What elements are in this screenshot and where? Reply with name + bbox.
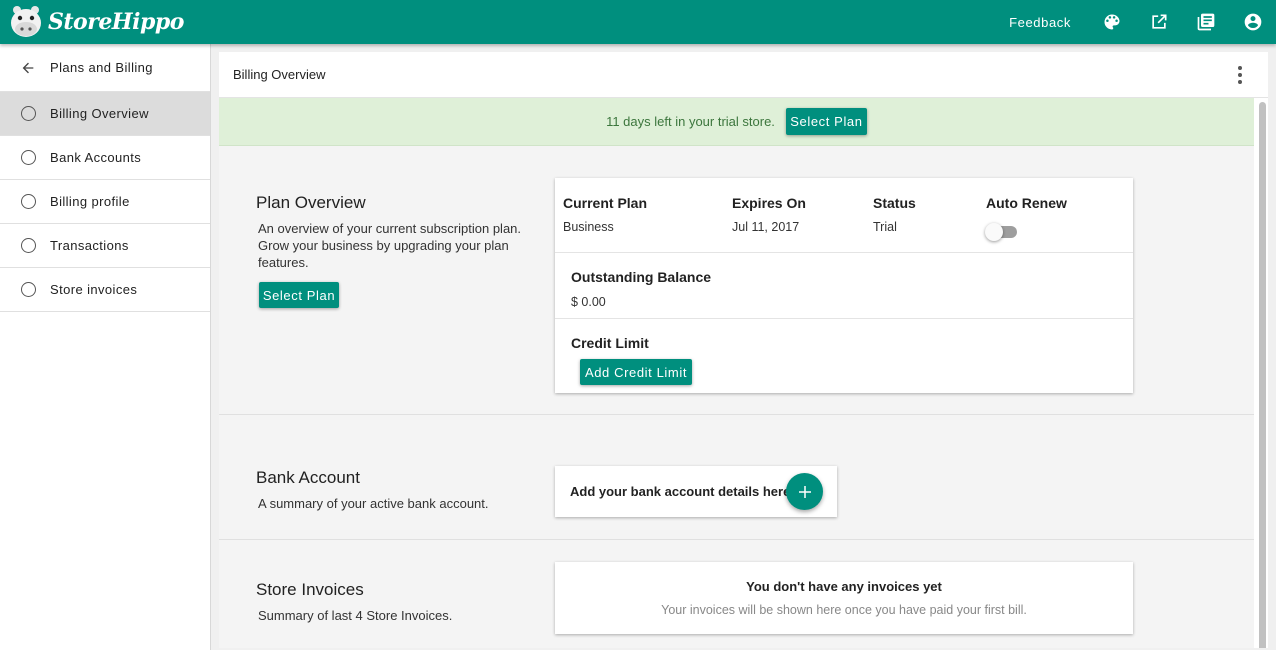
sidebar-item-bank-accounts[interactable]: Bank Accounts — [0, 136, 210, 180]
no-invoices-title: You don't have any invoices yet — [746, 579, 942, 594]
sidebar-item-label: Transactions — [50, 238, 129, 253]
bank-account-section: Bank Account A summary of your active ba… — [219, 415, 1254, 540]
arrow-back-icon — [22, 62, 34, 73]
outstanding-balance-label: Outstanding Balance — [571, 269, 712, 285]
back-to-plans-and-billing[interactable]: Plans and Billing — [0, 44, 210, 92]
radio-circle-icon — [21, 282, 36, 297]
current-plan-value: Business — [563, 220, 614, 234]
sidebar-item-billing-overview[interactable]: Billing Overview — [0, 92, 210, 136]
plan-overview-description: An overview of your current subscription… — [258, 220, 521, 271]
sidebar-item-billing-profile[interactable]: Billing profile — [0, 180, 210, 224]
page-title: Billing Overview — [233, 67, 326, 82]
radio-circle-icon — [21, 238, 36, 253]
add-bank-account-button[interactable] — [786, 473, 823, 510]
feedback-link[interactable]: Feedback — [1009, 15, 1071, 30]
hippo-mascot-icon — [8, 4, 46, 40]
plan-card: Current Plan Business Expires On Jul 11,… — [555, 178, 1133, 393]
current-plan-label: Current Plan — [563, 195, 648, 211]
plus-icon — [798, 485, 811, 498]
banner-select-plan-button[interactable]: Select Plan — [785, 108, 867, 135]
auto-renew-toggle[interactable] — [985, 223, 1019, 241]
sidebar-item-label: Billing Overview — [50, 106, 149, 121]
plan-overview-title: Plan Overview — [256, 193, 366, 212]
sidebar: Plans and Billing Billing Overview Bank … — [0, 44, 211, 650]
credit-limit-row: Credit Limit Add Credit Limit — [555, 319, 1133, 393]
plan-summary-row: Current Plan Business Expires On Jul 11,… — [555, 178, 1133, 253]
expires-on-label: Expires On — [732, 195, 806, 211]
bank-account-description: A summary of your active bank account. — [258, 496, 489, 511]
radio-circle-icon — [21, 106, 36, 121]
scrollbar[interactable] — [1259, 102, 1266, 648]
select-plan-button[interactable]: Select Plan — [259, 282, 339, 308]
desc-line: Grow your business by upgrading your pla… — [258, 238, 509, 253]
plan-overview-section: Plan Overview An overview of your curren… — [219, 146, 1254, 415]
status-value: Trial — [873, 220, 897, 234]
sidebar-item-store-invoices[interactable]: Store invoices — [0, 268, 210, 312]
bank-account-card[interactable]: Add your bank account details here — [555, 466, 837, 517]
top-app-bar: StoreHippo Feedback — [0, 0, 1276, 44]
palette-icon[interactable] — [1101, 11, 1123, 33]
brand-name: StoreHippo — [48, 9, 184, 35]
sidebar-item-transactions[interactable]: Transactions — [0, 224, 210, 268]
toggle-knob — [985, 223, 1003, 241]
billing-content: 11 days left in your trial store. Select… — [219, 98, 1254, 648]
radio-circle-icon — [21, 194, 36, 209]
sidebar-item-label: Bank Accounts — [50, 150, 142, 165]
sidebar-item-label: Store invoices — [50, 282, 138, 297]
outstanding-balance-row: Outstanding Balance $ 0.00 — [555, 253, 1133, 319]
library-books-icon[interactable] — [1195, 11, 1217, 33]
back-label: Plans and Billing — [50, 60, 153, 75]
external-link-icon[interactable] — [1148, 11, 1170, 33]
add-bank-account-text: Add your bank account details here — [570, 484, 791, 499]
storehippo-logo[interactable]: StoreHippo — [8, 0, 184, 44]
auto-renew-label: Auto Renew — [986, 195, 1067, 211]
desc-line: features. — [258, 255, 309, 270]
more-vert-icon[interactable] — [1230, 63, 1250, 87]
sidebar-item-label: Billing profile — [50, 194, 130, 209]
store-invoices-description: Summary of last 4 Store Invoices. — [258, 608, 453, 623]
expires-on-value: Jul 11, 2017 — [732, 220, 800, 234]
store-invoices-title: Store Invoices — [256, 580, 364, 599]
status-label: Status — [873, 195, 916, 211]
no-invoices-description: Your invoices will be shown here once yo… — [661, 603, 1027, 617]
trial-banner: 11 days left in your trial store. Select… — [219, 98, 1254, 146]
account-circle-icon[interactable] — [1242, 11, 1264, 33]
store-invoices-section: Store Invoices Summary of last 4 Store I… — [219, 540, 1254, 648]
bank-account-title: Bank Account — [256, 468, 360, 487]
add-credit-limit-button[interactable]: Add Credit Limit — [580, 359, 692, 385]
radio-circle-icon — [21, 150, 36, 165]
outstanding-balance-value: $ 0.00 — [571, 295, 606, 309]
credit-limit-label: Credit Limit — [571, 335, 649, 351]
trial-message: 11 days left in your trial store. — [606, 114, 775, 129]
invoices-card: You don't have any invoices yet Your inv… — [555, 562, 1133, 634]
main-panel: Billing Overview 11 days left in your tr… — [219, 52, 1268, 648]
desc-line: An overview of your current subscription… — [258, 221, 522, 236]
page-header: Billing Overview — [219, 52, 1268, 98]
